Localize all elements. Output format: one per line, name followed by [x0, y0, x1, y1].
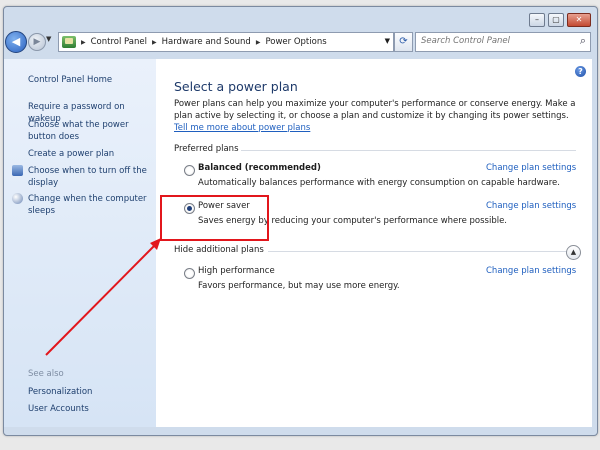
window-controls: – ▢ ✕ — [529, 13, 591, 27]
page-title: Select a power plan — [174, 79, 298, 94]
maximize-button[interactable]: ▢ — [548, 13, 564, 27]
breadcrumb-separator-icon[interactable]: ▶ — [256, 39, 261, 46]
sidebar-link-create-plan[interactable]: Create a power plan — [28, 148, 156, 160]
sidebar-link-user-accounts[interactable]: User Accounts — [28, 403, 156, 415]
tell-me-more-link[interactable]: Tell me more about power plans — [174, 123, 310, 133]
plan-name-high-performance[interactable]: High performance — [198, 266, 275, 276]
see-also-heading: See also — [28, 369, 64, 379]
main-content: ? Select a power plan Power plans can he… — [156, 59, 592, 427]
page-description: Power plans can help you maximize your c… — [174, 98, 579, 134]
sidebar-link-personalization[interactable]: Personalization — [28, 386, 156, 398]
breadcrumb-separator-icon[interactable]: ▶ — [152, 39, 157, 46]
minimize-button[interactable]: – — [529, 13, 545, 27]
section-divider — [241, 150, 576, 151]
change-plan-settings-balanced[interactable]: Change plan settings — [486, 163, 576, 173]
chevron-up-icon[interactable]: ▲ — [566, 245, 581, 260]
hide-additional-plans-heading[interactable]: Hide additional plans — [174, 245, 264, 255]
search-box[interactable]: ⌕ — [415, 32, 591, 52]
monitor-icon — [12, 165, 23, 176]
recent-pages-dropdown-icon[interactable]: ▼ — [46, 35, 51, 43]
help-icon[interactable]: ? — [575, 66, 586, 77]
change-plan-settings-high-performance[interactable]: Change plan settings — [486, 266, 576, 276]
sidebar: Control Panel Home Require a password on… — [4, 59, 156, 427]
moon-icon — [12, 193, 23, 204]
breadcrumb-separator-icon[interactable]: ▶ — [81, 39, 86, 46]
sidebar-link-control-panel-home[interactable]: Control Panel Home — [28, 74, 156, 86]
address-bar[interactable]: ▶ Control Panel ▶ Hardware and Sound ▶ P… — [58, 32, 394, 52]
search-icon[interactable]: ⌕ — [580, 34, 586, 48]
breadcrumb-hardware-and-sound[interactable]: Hardware and Sound — [162, 37, 251, 47]
sidebar-link-turn-off-display[interactable]: Choose when to turn off the display — [28, 165, 156, 189]
breadcrumb-power-options[interactable]: Power Options — [265, 37, 326, 47]
navigation-bar: ◀ ▶ ▼ ▶ Control Panel ▶ Hardware and Sou… — [5, 31, 591, 53]
sidebar-link-power-button[interactable]: Choose what the power button does — [28, 119, 156, 143]
control-panel-icon — [62, 36, 76, 48]
sidebar-link-computer-sleeps[interactable]: Change when the computer sleeps — [28, 193, 156, 217]
forward-arrow-icon[interactable]: ▶ — [28, 33, 46, 51]
plan-description-balanced: Automatically balances performance with … — [198, 178, 560, 188]
search-input[interactable] — [416, 33, 571, 49]
address-dropdown-icon[interactable]: ▼ — [385, 37, 390, 45]
highlight-box — [160, 195, 269, 241]
plan-radio-high-performance[interactable] — [184, 268, 195, 279]
plan-radio-balanced[interactable] — [184, 165, 195, 176]
preferred-plans-heading: Preferred plans — [174, 144, 239, 154]
description-text: Power plans can help you maximize your c… — [174, 99, 576, 121]
plan-description-high-performance: Favors performance, but may use more ene… — [198, 281, 400, 291]
section-divider — [268, 251, 568, 252]
change-plan-settings-power-saver[interactable]: Change plan settings — [486, 201, 576, 211]
back-arrow-icon[interactable]: ◀ — [5, 31, 27, 53]
breadcrumb-control-panel[interactable]: Control Panel — [91, 37, 147, 47]
refresh-icon[interactable]: ⟳ — [394, 32, 413, 52]
close-button[interactable]: ✕ — [567, 13, 591, 27]
plan-name-balanced[interactable]: Balanced (recommended) — [198, 163, 321, 173]
